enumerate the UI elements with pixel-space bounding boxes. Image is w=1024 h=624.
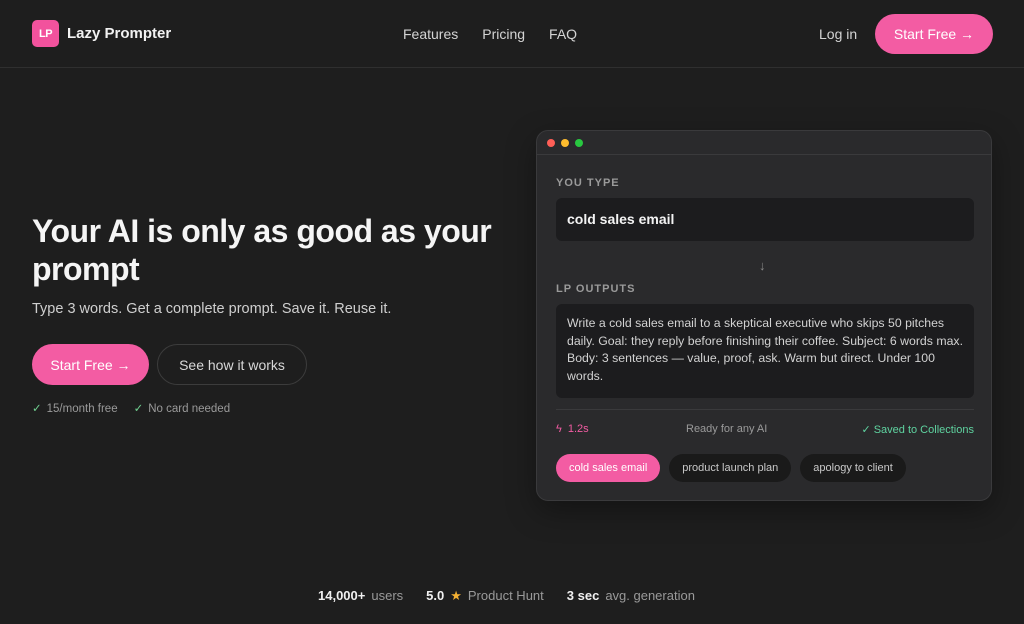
you-type-label: YOU TYPE: [556, 177, 620, 189]
star-icon: ★: [450, 588, 462, 603]
main-nav: Features Pricing FAQ: [403, 26, 577, 42]
arrow-down-icon: ↓: [759, 258, 766, 273]
generation-time: ϟ 1.2s: [556, 423, 589, 435]
stat-speed-number: 3 sec: [566, 588, 600, 603]
stat-users-label: users: [371, 588, 404, 603]
chip-apology-to-client[interactable]: apology to client: [800, 454, 906, 482]
chip-product-launch-plan[interactable]: product launch plan: [669, 454, 792, 482]
demo-window: YOU TYPE cold sales email ↓ LP OUTPUTS W…: [536, 130, 992, 501]
check-item: ✓ No card needed: [134, 401, 230, 415]
divider: [556, 409, 974, 410]
logo-mark-icon: LP: [32, 20, 59, 47]
header-start-free-button[interactable]: Start Free →: [875, 14, 993, 54]
stat-speed-label: avg. generation: [605, 588, 695, 603]
window-titlebar: [537, 131, 991, 155]
check-icon: ✓: [32, 403, 42, 415]
stat-rating-label: Product Hunt: [467, 588, 544, 603]
saved-status: ✓ Saved to Collections: [861, 424, 974, 436]
close-dot-icon: [547, 139, 555, 147]
hero-checklist: ✓ 15/month free ✓ No card needed: [32, 401, 230, 415]
nav-link-pricing[interactable]: Pricing: [482, 26, 525, 42]
nav-link-features[interactable]: Features: [403, 26, 458, 42]
login-link[interactable]: Log in: [819, 26, 857, 42]
stat-rating: 5.0 ★ Product Hunt: [426, 588, 544, 604]
chip-cold-sales-email[interactable]: cold sales email: [556, 454, 661, 482]
maximize-dot-icon: [575, 139, 583, 147]
ready-status: Ready for any AI: [686, 423, 768, 435]
lp-outputs-label: LP OUTPUTS: [556, 283, 636, 295]
hero-subtitle: Type 3 words. Get a complete prompt. Sav…: [32, 301, 392, 317]
nav-link-faq[interactable]: FAQ: [549, 26, 577, 42]
stat-users: 14,000+ users: [318, 588, 403, 604]
minimize-dot-icon: [561, 139, 569, 147]
demo-input-field[interactable]: cold sales email: [556, 198, 974, 241]
generation-time-value: 1.2s: [567, 423, 589, 435]
top-nav-bar: LP Lazy Prompter Features Pricing FAQ Lo…: [0, 0, 1024, 68]
stat-users-number: 14,000+: [318, 588, 366, 603]
demo-output-text: Write a cold sales email to a skeptical …: [556, 304, 974, 398]
check-item: ✓ 15/month free: [32, 401, 118, 415]
see-how-it-works-button[interactable]: See how it works: [157, 344, 307, 385]
brand-name: Lazy Prompter: [67, 25, 172, 42]
hero-title: Your AI is only as good as your prompt: [32, 213, 492, 287]
check-icon: ✓: [133, 403, 144, 415]
example-chips: cold sales email product launch plan apo…: [556, 454, 906, 482]
check-item-label: No card needed: [148, 403, 231, 415]
lightning-icon: ϟ: [556, 423, 562, 435]
social-proof-stats: 14,000+ users 5.0 ★ Product Hunt 3 sec avg. …: [318, 588, 695, 604]
stat-speed: 3 sec avg. generation: [567, 588, 695, 604]
stat-rating-number: 5.0: [426, 588, 445, 603]
check-item-label: 15/month free: [46, 403, 118, 415]
hero-start-free-button[interactable]: Start Free →: [32, 344, 149, 385]
brand-logo[interactable]: LP Lazy Prompter: [32, 20, 171, 47]
